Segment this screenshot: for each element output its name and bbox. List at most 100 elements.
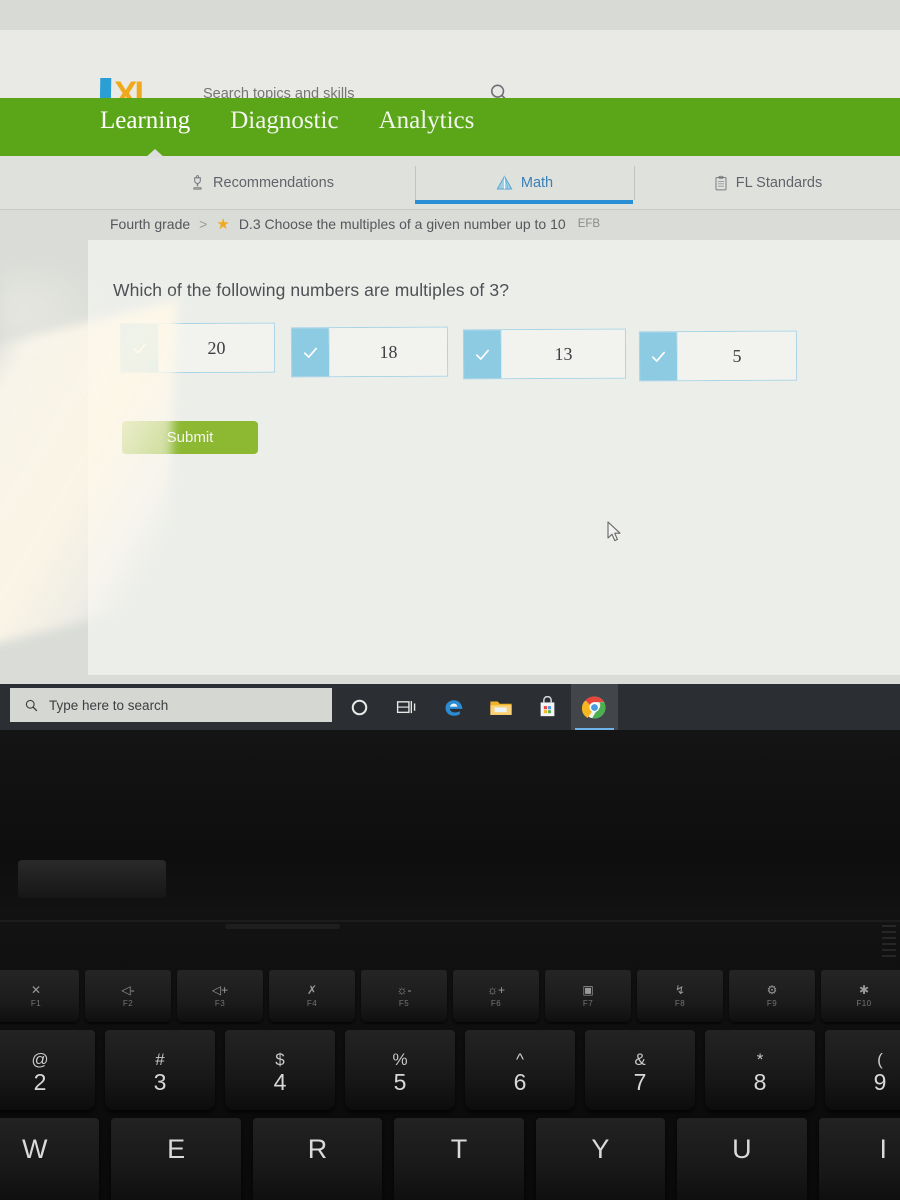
key-f9[interactable]: ⚙ F9	[729, 970, 815, 1022]
key-label: R	[307, 1134, 328, 1164]
sub-tab-fl-standards[interactable]: FL Standards	[635, 156, 900, 210]
key-8[interactable]: * 8	[705, 1030, 815, 1110]
laptop-keyboard-area: ✕ F1 ◁- F2 ◁+ F3 ✗ F4 ☼- F5 ☼+ F6 ▣ F7 ↯ F8 ⚙ F9 ✱ F10 @2 #3…	[0, 730, 900, 1200]
key-base-label: 7	[633, 1068, 647, 1095]
taskbar-search-box[interactable]: Type here to search	[10, 688, 332, 722]
wifi-toggle-icon: ↯	[674, 983, 686, 997]
volume-up-icon: ◁+	[211, 983, 229, 997]
taskbar-search-placeholder: Type here to search	[49, 697, 169, 713]
nav-tab-analytics[interactable]: Analytics	[379, 107, 475, 135]
bluetooth-icon: ✱	[858, 983, 870, 997]
key-u[interactable]: U	[677, 1118, 807, 1200]
question-card: Which of the following numbers are multi…	[88, 240, 900, 675]
key-base-label: 3	[153, 1068, 167, 1095]
star-icon[interactable]: ★	[216, 215, 229, 233]
key-f4[interactable]: ✗ F4	[269, 970, 355, 1022]
key-2[interactable]: @2	[0, 1030, 95, 1110]
microsoft-store-icon[interactable]	[524, 684, 571, 730]
key-base-label: 8	[753, 1068, 767, 1095]
key-label: Y	[591, 1134, 610, 1164]
breadcrumb-grade[interactable]: Fourth grade	[110, 216, 190, 232]
primary-nav-bar: Learning Diagnostic Analytics	[0, 98, 900, 156]
key-label: F8	[674, 999, 686, 1008]
key-i[interactable]: I	[818, 1118, 900, 1200]
laptop-seam	[0, 920, 900, 922]
key-f1[interactable]: ✕ F1	[0, 970, 79, 1022]
key-f5[interactable]: ☼- F5	[361, 970, 447, 1022]
function-key-row: ✕ F1 ◁- F2 ◁+ F3 ✗ F4 ☼- F5 ☼+ F6 ▣ F7 ↯ F8 ⚙ F9 ✱ F10	[0, 970, 900, 1022]
key-3[interactable]: #3	[105, 1030, 215, 1110]
key-5[interactable]: % 5	[345, 1030, 455, 1110]
key-t[interactable]: T	[394, 1118, 524, 1200]
mute-icon: ✕	[30, 983, 42, 997]
display-switch-icon: ▣	[582, 983, 594, 997]
key-label: F2	[122, 999, 134, 1008]
key-shift-label: *	[756, 1049, 764, 1069]
key-f2[interactable]: ◁- F2	[85, 970, 171, 1022]
breadcrumb: Fourth grade > ★ D.3 Choose the multiple…	[110, 215, 600, 233]
key-label: F7	[582, 999, 594, 1008]
sub-tab-label: Math	[520, 175, 554, 191]
trophy-icon	[193, 174, 202, 190]
laptop-vent	[882, 925, 896, 959]
brightness-down-icon: ☼-	[396, 983, 412, 997]
key-label: F4	[306, 999, 318, 1008]
key-w[interactable]: W	[0, 1118, 100, 1200]
key-7[interactable]: & 7	[585, 1030, 695, 1110]
search-icon	[25, 699, 38, 711]
chevron-right-icon: >	[199, 216, 208, 232]
sub-tab-recommendations[interactable]: Recommendations	[108, 156, 415, 210]
task-view-icon[interactable]	[383, 684, 430, 730]
edge-icon[interactable]	[430, 684, 477, 730]
key-base-label: 2	[33, 1068, 47, 1095]
key-label: F1	[30, 999, 42, 1008]
key-9[interactable]: (9	[825, 1030, 900, 1110]
key-4[interactable]: $4	[225, 1030, 335, 1110]
key-f7[interactable]: ▣ F7	[545, 970, 631, 1022]
chrome-icon[interactable]	[571, 684, 618, 730]
file-explorer-icon[interactable]	[477, 684, 524, 730]
answer-choice[interactable]: 20	[119, 322, 276, 374]
answer-choice[interactable]: 5	[638, 330, 798, 382]
site-header: XL	[0, 30, 900, 112]
key-shift-label: @	[31, 1049, 49, 1069]
nav-tab-diagnostic[interactable]: Diagnostic	[230, 107, 338, 135]
answer-choice[interactable]: 18	[290, 326, 449, 378]
key-base-label: 4	[273, 1068, 287, 1095]
key-e[interactable]: E	[111, 1118, 241, 1200]
mic-mute-icon: ✗	[306, 983, 318, 997]
submit-button[interactable]: Submit	[122, 421, 258, 454]
answer-choice[interactable]: 13	[462, 328, 627, 380]
key-f3[interactable]: ◁+ F3	[177, 970, 263, 1022]
key-6[interactable]: ^ 6	[465, 1030, 575, 1110]
key-f6[interactable]: ☼+ F6	[453, 970, 539, 1022]
checkmark-icon	[639, 332, 678, 381]
checkmark-icon	[120, 324, 159, 373]
breadcrumb-skill-suffix: EFB	[577, 218, 601, 230]
key-y[interactable]: Y	[535, 1118, 666, 1200]
checkmark-icon	[291, 328, 330, 377]
active-nav-pointer-icon	[145, 149, 165, 158]
key-r[interactable]: R	[252, 1118, 383, 1200]
answer-choice-value: 20	[157, 323, 275, 373]
pyramid-icon	[496, 174, 513, 190]
key-shift-label: $	[275, 1049, 285, 1069]
key-label: F10	[856, 999, 872, 1008]
key-label: I	[879, 1134, 887, 1164]
laptop-hinge	[18, 860, 166, 898]
key-base-label: 6	[513, 1068, 527, 1095]
laptop-speaker-grille	[225, 924, 340, 929]
answer-choice-value: 13	[500, 329, 626, 379]
number-key-row: @2 #3 $4% 5 ^ 6 & 7 * 8(9	[0, 1030, 900, 1110]
key-f10[interactable]: ✱ F10	[821, 970, 900, 1022]
key-f8[interactable]: ↯ F8	[637, 970, 723, 1022]
browser-chrome-strip	[0, 0, 900, 30]
nav-tab-learning[interactable]: Learning	[100, 107, 190, 135]
key-label: U	[732, 1134, 752, 1164]
key-shift-label: ^	[516, 1049, 524, 1069]
key-label: F5	[398, 999, 410, 1008]
cortana-icon[interactable]	[336, 684, 383, 730]
key-label: F6	[490, 999, 502, 1008]
key-shift-label: %	[392, 1049, 408, 1069]
key-base-label: 9	[873, 1068, 887, 1095]
